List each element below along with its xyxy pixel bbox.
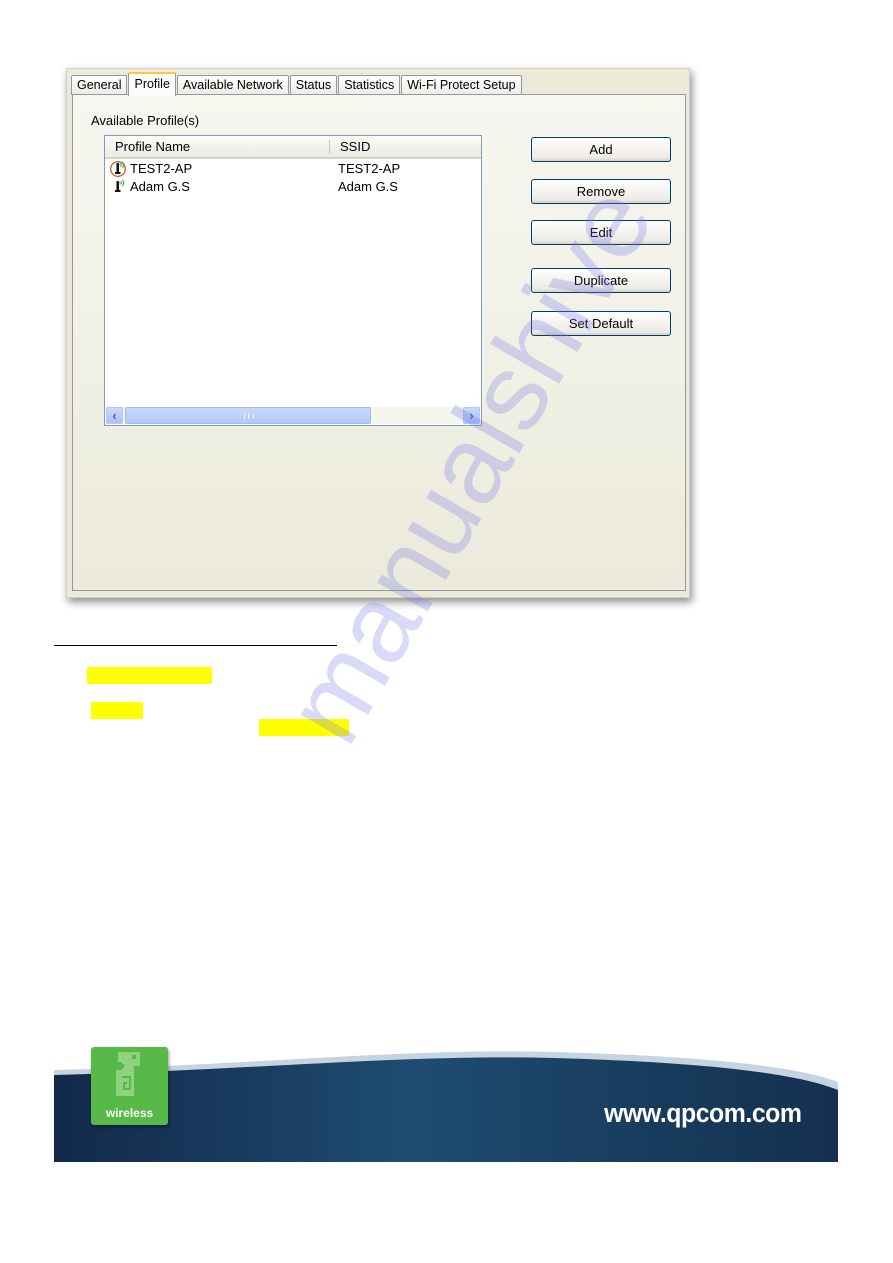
- highlight-mark: [259, 719, 349, 736]
- profile-ssid: Adam G.S: [338, 179, 398, 194]
- tab-profile[interactable]: Profile: [128, 72, 176, 96]
- profile-tab-panel: Available Profile(s) Profile Name SSID T…: [72, 94, 686, 591]
- utility-window: General Profile Available Network Status…: [66, 68, 690, 598]
- add-button[interactable]: Add: [531, 137, 671, 162]
- website-url: www.qpcom.com: [604, 1098, 803, 1128]
- edit-button[interactable]: Edit: [531, 220, 671, 245]
- scroll-right-button[interactable]: ›: [463, 407, 480, 424]
- section-divider: [54, 645, 337, 646]
- wireless-device-icon: [116, 1052, 140, 1096]
- wireless-logo: wireless: [91, 1047, 168, 1125]
- highlight-mark: [87, 667, 212, 684]
- scrollbar-thumb[interactable]: [125, 407, 371, 424]
- column-header-ssid[interactable]: SSID: [340, 136, 370, 157]
- logo-text: wireless: [105, 1106, 154, 1120]
- column-header-profile-name[interactable]: Profile Name: [115, 136, 190, 157]
- tab-statistics[interactable]: Statistics: [338, 75, 401, 95]
- tab-bar: General Profile Available Network Status…: [71, 72, 523, 96]
- tab-general[interactable]: General: [71, 75, 128, 95]
- connected-ap-signal-icon: [110, 161, 126, 177]
- horizontal-scrollbar[interactable]: ‹ ›: [106, 407, 480, 424]
- footer-banner: wireless www.qpcom.com: [54, 1040, 838, 1162]
- list-header: Profile Name SSID: [105, 136, 481, 159]
- column-separator[interactable]: [329, 140, 330, 154]
- tab-wifi-protect-setup[interactable]: Wi-Fi Protect Setup: [401, 75, 522, 95]
- available-profiles-label: Available Profile(s): [91, 113, 200, 128]
- remove-button[interactable]: Remove: [531, 179, 671, 204]
- highlight-mark: [91, 702, 143, 719]
- profile-name: Adam G.S: [130, 179, 190, 194]
- tab-status[interactable]: Status: [289, 75, 338, 95]
- profile-ssid: TEST2-AP: [338, 161, 401, 176]
- profile-row[interactable]: Adam G.S Adam G.S: [105, 178, 481, 196]
- profile-name: TEST2-AP: [130, 161, 193, 176]
- set-default-button[interactable]: Set Default: [531, 311, 671, 336]
- grip-icon: [244, 413, 254, 419]
- scroll-left-button[interactable]: ‹: [106, 407, 123, 424]
- profile-list[interactable]: Profile Name SSID TEST2-AP TEST2-AP Adam…: [104, 135, 482, 426]
- tab-available-network[interactable]: Available Network: [176, 75, 289, 95]
- ap-signal-icon: [115, 179, 125, 192]
- duplicate-button[interactable]: Duplicate: [531, 268, 671, 293]
- profile-row[interactable]: TEST2-AP TEST2-AP: [105, 160, 481, 178]
